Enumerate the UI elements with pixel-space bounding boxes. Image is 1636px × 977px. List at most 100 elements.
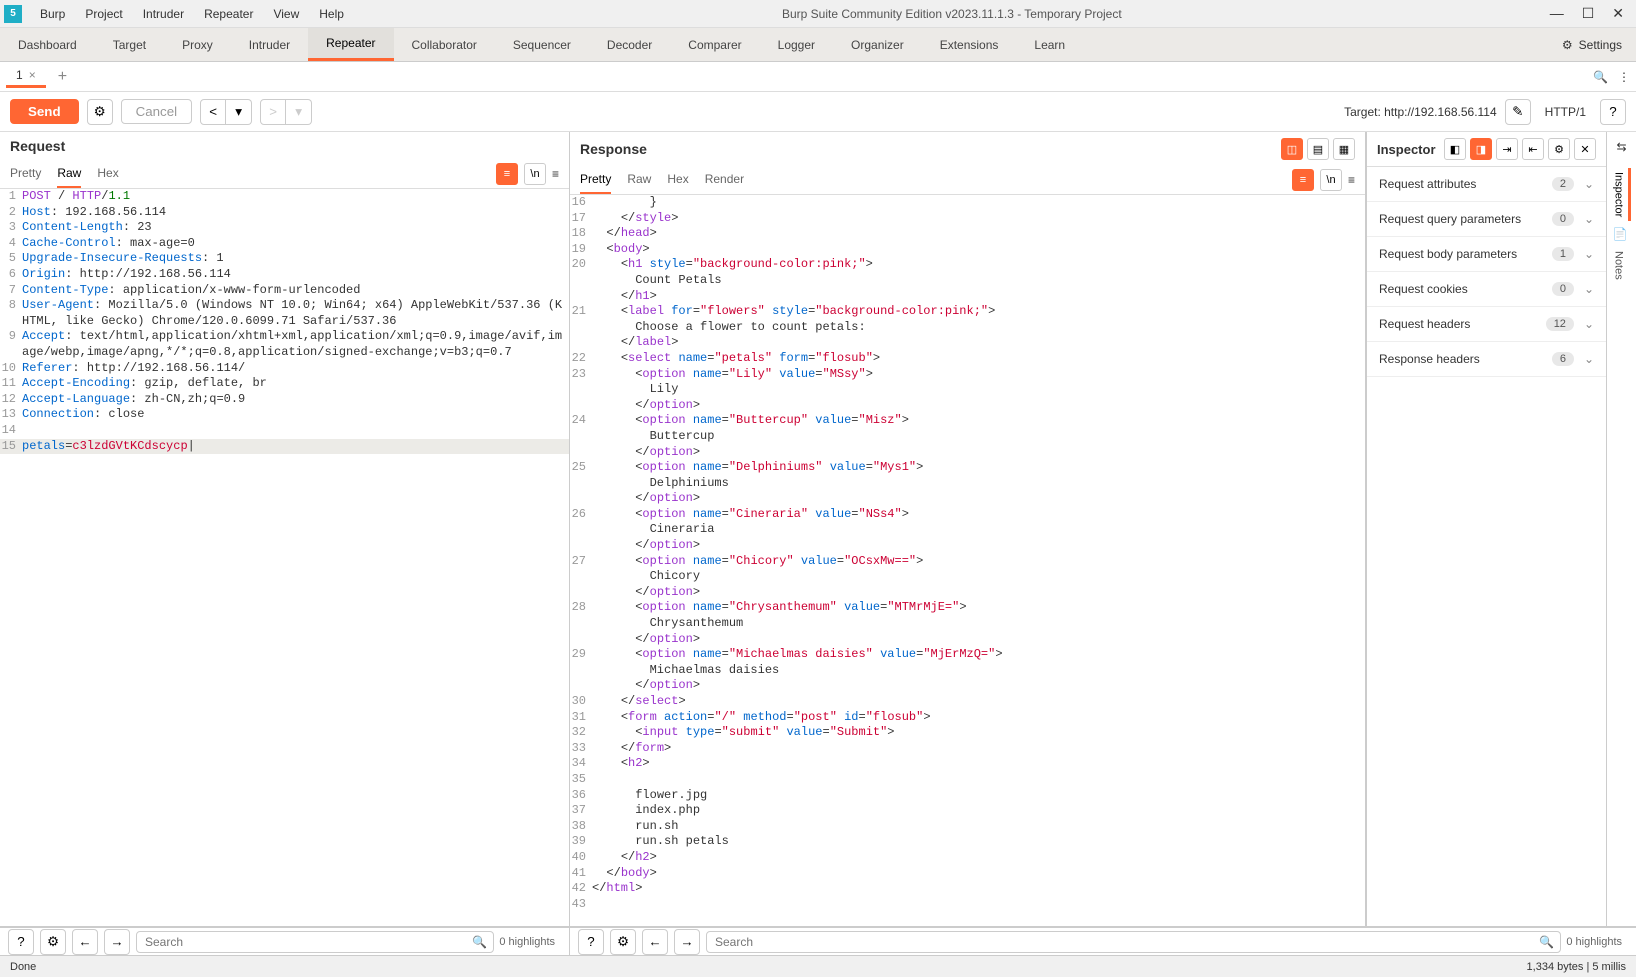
inspector-row-request-body-parameters[interactable]: Request body parameters1⌄ [1367, 237, 1606, 272]
request-tab-hex[interactable]: Hex [97, 160, 118, 188]
request-title: Request [10, 138, 65, 154]
rail-toggle-icon[interactable]: ⇆ [1616, 140, 1626, 154]
response-panel: Response ◫ ▤ ▦ PrettyRawHexRender ≡ \n ≡… [570, 132, 1366, 926]
main-tab-dashboard[interactable]: Dashboard [0, 28, 95, 61]
repeater-tab-1[interactable]: 1 × [6, 65, 46, 88]
menu-view[interactable]: View [263, 7, 309, 21]
wrap-lines-button[interactable]: ≡ [1292, 169, 1314, 191]
response-tab-hex[interactable]: Hex [667, 166, 688, 194]
request-search-input[interactable] [136, 931, 494, 953]
inspector-row-request-query-parameters[interactable]: Request query parameters0⌄ [1367, 202, 1606, 237]
nav-forward-icon[interactable]: → [674, 929, 700, 955]
settings-icon[interactable]: ⚙ [40, 929, 66, 955]
inspector-panel: Inspector ◧ ◨ ⇥ ⇤ ⚙ ✕ Request attributes… [1366, 132, 1606, 926]
main-tab-logger[interactable]: Logger [760, 28, 833, 61]
search-go-icon[interactable]: 🔍 [472, 935, 487, 949]
main-tab-collaborator[interactable]: Collaborator [394, 28, 495, 61]
inspector-settings-button[interactable]: ⚙ [1548, 138, 1570, 160]
main-tab-decoder[interactable]: Decoder [589, 28, 670, 61]
layout-tabs-button[interactable]: ▦ [1333, 138, 1355, 160]
inspector-row-response-headers[interactable]: Response headers6⌄ [1367, 342, 1606, 377]
send-button[interactable]: Send [10, 99, 79, 124]
layout-rows-button[interactable]: ▤ [1307, 138, 1329, 160]
response-highlights-count: 0 highlights [1560, 936, 1628, 948]
history-back-button[interactable]: < [200, 99, 226, 125]
help-icon[interactable]: ? [8, 929, 34, 955]
inspector-expand-button[interactable]: ⇤ [1522, 138, 1544, 160]
inspector-close-button[interactable]: ✕ [1574, 138, 1596, 160]
window-title: Burp Suite Community Edition v2023.11.1.… [354, 7, 1550, 21]
menu-help[interactable]: Help [309, 7, 354, 21]
cancel-button[interactable]: Cancel [121, 99, 193, 124]
main-tab-comparer[interactable]: Comparer [670, 28, 759, 61]
edit-target-button[interactable]: ✎ [1505, 99, 1531, 125]
minimize-icon[interactable]: — [1550, 5, 1564, 22]
response-tab-render[interactable]: Render [705, 166, 744, 194]
help-button[interactable]: ? [1600, 99, 1626, 125]
response-viewer[interactable]: 16 }17 </style>18 </head>19 <body>20 <h1… [570, 195, 1365, 926]
chevron-down-icon: ⌄ [1584, 352, 1594, 366]
history-forward-dropdown[interactable]: ▾ [286, 99, 312, 125]
request-search-bar: ? ⚙ ← → 🔍 0 highlights [0, 927, 570, 955]
help-icon[interactable]: ? [578, 929, 604, 955]
repeater-sub-tabs: 1 × + 🔍 ⋮ [0, 62, 1636, 92]
show-newlines-button[interactable]: \n [1320, 169, 1342, 191]
close-tab-icon[interactable]: × [29, 68, 36, 82]
settings-icon[interactable]: ⚙ [610, 929, 636, 955]
inspector-view2-button[interactable]: ◨ [1470, 138, 1492, 160]
response-view-tabs: Pretty Raw Hex Render ≡ \n ≡ [570, 166, 1365, 195]
maximize-icon[interactable]: ☐ [1582, 5, 1595, 22]
hamburger-icon[interactable]: ≡ [1348, 173, 1355, 187]
inspector-title: Inspector [1377, 142, 1436, 157]
menu-burp[interactable]: Burp [30, 7, 75, 21]
main-tab-repeater[interactable]: Repeater [308, 28, 393, 61]
response-tab-pretty[interactable]: Pretty [580, 166, 611, 194]
main-tab-target[interactable]: Target [95, 28, 164, 61]
request-editor[interactable]: 1POST / HTTP/1.12Host: 192.168.56.1143Co… [0, 189, 569, 926]
nav-forward-icon[interactable]: → [104, 929, 130, 955]
main-tab-sequencer[interactable]: Sequencer [495, 28, 589, 61]
chevron-down-icon: ⌄ [1584, 177, 1594, 191]
settings-button[interactable]: ⚙ Settings [1548, 28, 1636, 61]
main-tab-extensions[interactable]: Extensions [922, 28, 1017, 61]
nav-back-icon[interactable]: ← [72, 929, 98, 955]
history-forward-button[interactable]: > [260, 99, 286, 125]
main-tab-learn[interactable]: Learn [1016, 28, 1083, 61]
menu-repeater[interactable]: Repeater [194, 7, 263, 21]
main-tabs: DashboardTargetProxyIntruderRepeaterColl… [0, 28, 1636, 62]
inspector-row-request-attributes[interactable]: Request attributes2⌄ [1367, 167, 1606, 202]
inspector-row-request-cookies[interactable]: Request cookies0⌄ [1367, 272, 1606, 307]
request-view-tabs: Pretty Raw Hex ≡ \n ≡ [0, 160, 569, 189]
search-go-icon[interactable]: 🔍 [1539, 935, 1554, 949]
rail-notes[interactable]: Notes [1613, 247, 1625, 284]
menu-project[interactable]: Project [75, 7, 132, 21]
history-back-dropdown[interactable]: ▾ [226, 99, 252, 125]
status-right: 1,334 bytes | 5 millis [1527, 961, 1626, 973]
menu-dots-icon[interactable]: ⋮ [1618, 70, 1630, 84]
response-search-input[interactable] [706, 931, 1561, 953]
inspector-view1-button[interactable]: ◧ [1444, 138, 1466, 160]
notes-icon[interactable]: 📄 [1613, 227, 1631, 241]
add-tab-button[interactable]: + [50, 65, 75, 89]
inspector-row-request-headers[interactable]: Request headers12⌄ [1367, 307, 1606, 342]
search-icon[interactable]: 🔍 [1593, 70, 1608, 84]
show-newlines-button[interactable]: \n [524, 163, 546, 185]
rail-inspector[interactable]: Inspector [1613, 168, 1631, 221]
send-options-button[interactable]: ⚙ [87, 99, 113, 125]
chevron-down-icon: ⌄ [1584, 282, 1594, 296]
chevron-down-icon: ⌄ [1584, 212, 1594, 226]
inspector-collapse-button[interactable]: ⇥ [1496, 138, 1518, 160]
request-tab-raw[interactable]: Raw [57, 160, 81, 188]
nav-back-icon[interactable]: ← [642, 929, 668, 955]
main-tab-organizer[interactable]: Organizer [833, 28, 922, 61]
main-tab-proxy[interactable]: Proxy [164, 28, 231, 61]
menu-intruder[interactable]: Intruder [133, 7, 194, 21]
hamburger-icon[interactable]: ≡ [552, 167, 559, 181]
close-icon[interactable]: ✕ [1612, 5, 1624, 22]
request-highlights-count: 0 highlights [493, 936, 561, 948]
response-tab-raw[interactable]: Raw [627, 166, 651, 194]
request-tab-pretty[interactable]: Pretty [10, 160, 41, 188]
wrap-lines-button[interactable]: ≡ [496, 163, 518, 185]
layout-columns-button[interactable]: ◫ [1281, 138, 1303, 160]
main-tab-intruder[interactable]: Intruder [231, 28, 308, 61]
